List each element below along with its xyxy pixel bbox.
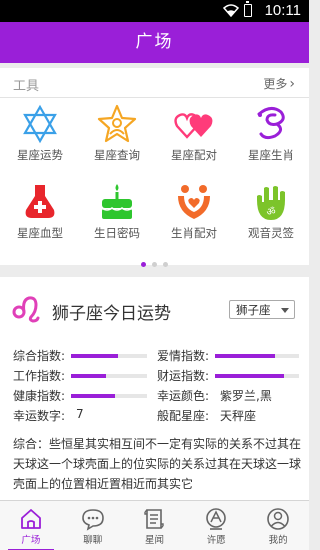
- news-scroll-icon: [144, 509, 165, 529]
- tool-star-query[interactable]: 星座查询: [79, 104, 155, 163]
- rating-label: 爱情指数:: [157, 349, 210, 363]
- tools-section-label: 工具: [13, 79, 40, 94]
- fortune-title: 狮子座今日运势: [52, 304, 171, 324]
- tool-star-bloodtype[interactable]: 星座血型: [2, 182, 78, 241]
- tab-label: 广场: [21, 535, 41, 546]
- hand-om-icon: ॐ: [257, 186, 285, 220]
- rating-bar: [71, 374, 147, 378]
- more-link[interactable]: 更多 ›: [263, 75, 295, 92]
- status-time: 10:11: [264, 2, 301, 19]
- lucky-number-value: 7: [76, 407, 84, 421]
- tool-label: 星座血型: [17, 226, 63, 240]
- rating-bar-fill: [71, 394, 116, 398]
- sign-select[interactable]: 狮子座: [229, 300, 295, 319]
- tool-label: 星座运势: [17, 148, 63, 162]
- rating-label: 财运指数:: [157, 369, 210, 383]
- stat-row: 幸运数字: 7 般配星座: 天秤座: [0, 405, 309, 425]
- tool-star-match[interactable]: 星座配对: [156, 104, 232, 163]
- blood-bottle-icon: [25, 185, 55, 218]
- rating-bar: [215, 354, 299, 358]
- couple-heart-icon: [178, 185, 210, 219]
- tool-label: 星座查询: [94, 148, 140, 162]
- tool-star-zodiac[interactable]: 星座生肖: [233, 104, 309, 163]
- daily-fortune-card: 狮子座今日运势 狮子座 综合指数: 爱情指数: 工作指数: 财运指数: 健康指数…: [0, 277, 309, 500]
- lucky-color-value: 紫罗兰,黑: [220, 389, 272, 403]
- birthday-cake-icon: [101, 184, 133, 219]
- rating-bar-fill: [215, 374, 284, 378]
- svg-text:ॐ: ॐ: [266, 206, 275, 218]
- tab-chat[interactable]: 聊聊: [62, 501, 124, 550]
- page-dot-active[interactable]: [141, 262, 146, 267]
- match-sign-value: 天秤座: [220, 409, 257, 423]
- sign-select-value: 狮子座: [236, 303, 271, 317]
- tab-label: 我的: [268, 535, 288, 546]
- page-dot[interactable]: [152, 262, 157, 267]
- tool-label: 观音灵签: [248, 226, 294, 240]
- bottom-tab-bar: 广场 聊聊 星闻 许愿 我的: [0, 500, 309, 550]
- tool-zodiac-match[interactable]: 生肖配对: [156, 182, 232, 241]
- tab-wish[interactable]: 许愿: [185, 501, 247, 550]
- dropdown-arrow-icon: [281, 308, 289, 313]
- rating-bar-fill: [71, 374, 106, 378]
- leo-symbol-icon: [12, 296, 40, 323]
- wish-cone-icon: [206, 508, 227, 530]
- star-person-icon: [97, 104, 137, 143]
- rating-bar: [71, 394, 147, 398]
- tab-mine[interactable]: 我的: [247, 501, 309, 550]
- stat-row: 综合指数: 爱情指数:: [0, 345, 309, 365]
- profile-icon: [267, 508, 289, 530]
- stat-row: 健康指数: 幸运颜色: 紫罗兰,黑: [0, 385, 309, 405]
- tool-label: 星座生肖: [248, 148, 294, 162]
- chevron-right-icon: ›: [289, 76, 295, 92]
- chat-bubble-icon: [81, 509, 104, 531]
- page-title: 广场: [135, 32, 174, 52]
- tools-header: 工具 更多 ›: [0, 68, 309, 98]
- page-indicator: [0, 252, 309, 271]
- star-of-david-icon: [23, 104, 57, 144]
- tab-label: 许愿: [206, 535, 226, 546]
- more-label: 更多: [263, 77, 288, 91]
- app-bar: 广场: [0, 22, 309, 63]
- rating-bar: [215, 374, 299, 378]
- tool-label: 生日密码: [94, 226, 140, 240]
- tab-label: 星闻: [144, 535, 164, 546]
- lucky-number-label: 幸运数字:: [13, 409, 66, 423]
- match-sign-label: 般配星座:: [157, 409, 210, 423]
- two-hearts-icon: [174, 113, 213, 139]
- tab-news[interactable]: 星闻: [124, 501, 186, 550]
- tab-square[interactable]: 广场: [0, 501, 62, 550]
- tool-guanyin-lot[interactable]: ॐ 观音灵签: [233, 182, 309, 241]
- lucky-color-label: 幸运颜色:: [157, 389, 210, 403]
- battery-icon: [244, 1, 252, 17]
- tool-birthday-code[interactable]: 生日密码: [79, 182, 155, 241]
- rating-bar: [71, 354, 147, 358]
- tool-star-fortune[interactable]: 星座运势: [2, 104, 78, 163]
- wifi-icon: [223, 4, 239, 17]
- rating-bar-fill: [215, 354, 276, 358]
- stat-row: 工作指数: 财运指数:: [0, 365, 309, 385]
- rating-label: 健康指数:: [13, 389, 66, 403]
- tool-label: 生肖配对: [171, 226, 217, 240]
- tool-label: 星座配对: [171, 148, 217, 162]
- rating-label: 综合指数:: [13, 349, 66, 363]
- zodiac-snake-icon: [257, 107, 285, 140]
- tab-label: 聊聊: [83, 535, 103, 546]
- tools-panel: 工具 更多 › 星座运势 星座查询 星座配对 星座生肖 星座血型 生日密码 生肖…: [0, 68, 309, 267]
- fortune-summary: 综合：些恒星其实相互间不一定有实际的关系不过其在天球这一个球壳面上的位实际的关系…: [13, 437, 302, 491]
- fortune-header: 狮子座今日运势 狮子座: [0, 277, 309, 339]
- rating-label: 工作指数:: [13, 369, 66, 383]
- page-dot[interactable]: [163, 262, 168, 267]
- home-icon: [20, 509, 41, 529]
- rating-bar-fill: [71, 354, 119, 358]
- status-bar: 10:11: [0, 0, 309, 22]
